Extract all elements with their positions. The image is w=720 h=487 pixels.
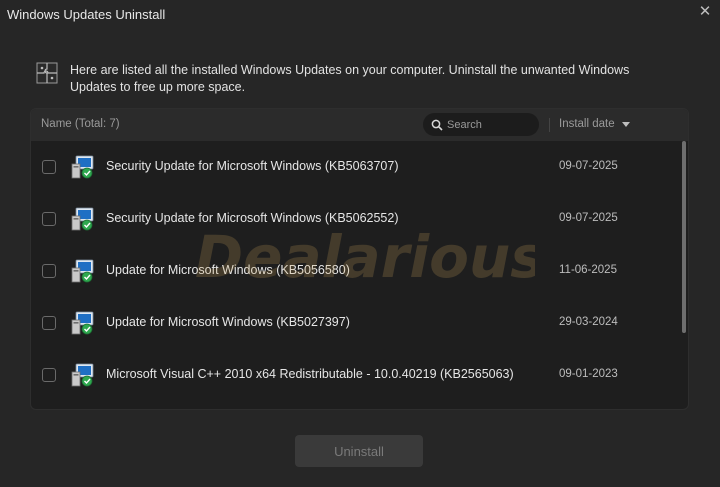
sort-down-icon (621, 121, 630, 127)
row-checkbox[interactable] (42, 160, 56, 174)
uninstall-button[interactable]: Uninstall (295, 435, 423, 467)
row-checkbox[interactable] (42, 212, 56, 226)
close-icon[interactable]: ✕ (696, 3, 714, 21)
search-input[interactable] (447, 118, 527, 131)
updates-list-panel: Name (Total: 7) Install date S (30, 108, 689, 410)
update-name: Microsoft Visual C++ 2010 x64 Redistribu… (106, 367, 514, 381)
name-column-header[interactable]: Name (Total: 7) (41, 118, 120, 130)
windows-update-package-icon (71, 259, 94, 283)
puzzle-icon (36, 62, 58, 84)
windows-update-package-icon (71, 155, 94, 179)
install-date: 09-01-2023 (559, 368, 618, 380)
update-name: Update for Microsoft Windows (KB5027397) (106, 315, 350, 329)
install-date: 29-03-2024 (559, 316, 618, 328)
table-row[interactable]: Update for Microsoft Windows (KB5056580)… (31, 245, 679, 297)
table-row[interactable]: Security Update for Microsoft Windows (K… (31, 193, 679, 245)
row-checkbox[interactable] (42, 368, 56, 382)
table-row[interactable]: Microsoft Visual C++ 2010 x64 Redistribu… (31, 349, 679, 401)
install-date-column-header[interactable]: Install date (559, 118, 630, 130)
windows-update-package-icon (71, 363, 94, 387)
list-header: Name (Total: 7) Install date (31, 109, 688, 141)
table-row[interactable]: Update for Microsoft Windows (KB5027397)… (31, 297, 679, 349)
install-date: 09-07-2025 (559, 212, 618, 224)
window-title: Windows Updates Uninstall (7, 7, 166, 22)
row-checkbox[interactable] (42, 264, 56, 278)
install-date: 11-06-2025 (559, 264, 617, 276)
update-name: Security Update for Microsoft Windows (K… (106, 211, 399, 225)
search-icon (431, 119, 443, 131)
list-scrollbar[interactable] (682, 141, 686, 333)
install-date-label: Install date (559, 118, 615, 130)
windows-update-package-icon (71, 311, 94, 335)
update-name: Update for Microsoft Windows (KB5056580) (106, 263, 350, 277)
row-checkbox[interactable] (42, 316, 56, 330)
update-name: Security Update for Microsoft Windows (K… (106, 159, 399, 173)
intro: Here are listed all the installed Window… (36, 62, 676, 96)
table-row[interactable]: Security Update for Microsoft Windows (K… (31, 141, 679, 193)
windows-update-package-icon (71, 207, 94, 231)
install-date: 09-07-2025 (559, 160, 618, 172)
intro-text: Here are listed all the installed Window… (70, 63, 630, 94)
header-divider (549, 118, 550, 132)
search-box[interactable] (423, 113, 539, 136)
